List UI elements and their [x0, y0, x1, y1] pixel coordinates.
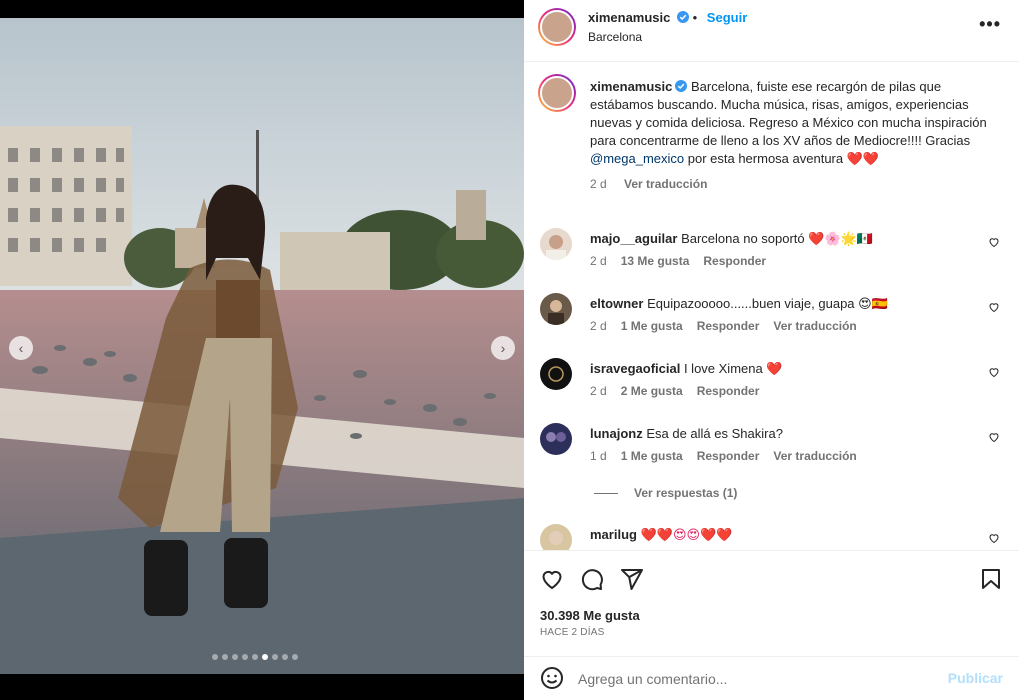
comment-likes[interactable]: 2 Me gusta [621, 384, 683, 398]
carousel-dot [262, 654, 268, 660]
comment-time[interactable]: 1 d [590, 449, 607, 463]
caption-translate[interactable]: Ver traducción [624, 177, 707, 191]
reply-button[interactable]: Responder [697, 384, 760, 398]
heart-icon[interactable] [988, 366, 1000, 378]
header-title-row: ximenamusic • Seguir [588, 10, 748, 25]
carousel-dot [292, 654, 298, 660]
heart-icon[interactable] [988, 431, 1000, 443]
prev-photo-button[interactable]: ‹ [9, 336, 33, 360]
post-panel: ximenamusic • Seguir Barcelona ••• ximen… [524, 0, 1019, 700]
post-photo[interactable] [0, 18, 524, 674]
comment-username[interactable]: marilug [590, 527, 637, 542]
verified-icon [675, 80, 688, 92]
caption-avatar[interactable] [538, 74, 576, 112]
comment-meta: 2 d 1 Me gusta Responder Ver traducción [590, 319, 871, 333]
carousel-dot [212, 654, 218, 660]
carousel-dot [232, 654, 238, 660]
comment-emojis: ❤️🌸🌟🇲🇽 [808, 232, 874, 247]
publish-button[interactable]: Publicar [948, 670, 1003, 686]
comment-avatar[interactable] [540, 293, 572, 325]
heart-icon[interactable] [540, 567, 564, 591]
save-icon[interactable] [979, 567, 1003, 591]
comment-username[interactable]: isravegaoficial [590, 361, 680, 376]
reply-button[interactable]: Responder [697, 319, 760, 333]
comment-time[interactable]: 2 d [590, 384, 607, 398]
comment-meta: 2 d 2 Me gusta Responder [590, 384, 773, 398]
carousel-dot [282, 654, 288, 660]
comment-username[interactable]: lunajonz [590, 426, 643, 441]
comment-emojis: 😍🇪🇸 [858, 297, 888, 312]
comment-icon[interactable] [580, 567, 604, 591]
comment-text: Esa de allá es Shakira? [646, 426, 783, 441]
comment-text: I love Ximena [683, 361, 763, 376]
likes-count[interactable]: 30.398 Me gusta [540, 608, 640, 623]
caption-emojis: ❤️❤️ [846, 152, 880, 167]
post-header: ximenamusic • Seguir Barcelona ••• [524, 0, 1019, 62]
comment-likes[interactable]: 1 Me gusta [621, 319, 683, 333]
comment-avatar[interactable] [540, 358, 572, 390]
comment-emojis: ❤️❤️😍😍❤️❤️ [640, 528, 733, 543]
comment-avatar[interactable] [540, 423, 572, 455]
comment-likes[interactable]: 1 Me gusta [621, 449, 683, 463]
comment-body: majo__aguilar Barcelona no soportó ❤️🌸🌟🇲… [590, 230, 970, 249]
more-icon[interactable]: ••• [979, 14, 1001, 35]
caption-time[interactable]: 2 d [590, 177, 607, 191]
chevron-left-icon: ‹ [18, 340, 24, 356]
view-replies-button[interactable]: Ver respuestas (1) [594, 486, 737, 500]
caption-username[interactable]: ximenamusic [590, 79, 672, 94]
next-photo-button[interactable]: › [491, 336, 515, 360]
follow-button[interactable]: Seguir [707, 10, 747, 25]
comment-emojis: ❤️ [766, 362, 783, 377]
caption-mention[interactable]: @mega_mexico [590, 151, 684, 166]
carousel-dot [272, 654, 278, 660]
carousel-dots [212, 654, 298, 660]
comment-input[interactable] [578, 669, 938, 689]
comment-username[interactable]: majo__aguilar [590, 231, 677, 246]
caption-text: ximenamusic Barcelona, fuiste ese recarg… [590, 78, 1005, 193]
heart-icon[interactable] [988, 532, 1000, 544]
comment-translate[interactable]: Ver traducción [773, 319, 856, 333]
emoji-icon[interactable] [540, 666, 564, 690]
chevron-right-icon: › [500, 340, 506, 356]
carousel-dot [252, 654, 258, 660]
comment-body: isravegaoficial I love Ximena ❤️ [590, 360, 970, 379]
carousel-dot [222, 654, 228, 660]
comment-body: eltowner Equipazooooo......buen viaje, g… [590, 295, 970, 314]
heart-icon[interactable] [988, 301, 1000, 313]
comment-body: lunajonz Esa de allá es Shakira? [590, 425, 970, 443]
reply-button[interactable]: Responder [697, 449, 760, 463]
verified-icon [677, 11, 689, 23]
post-location[interactable]: Barcelona [588, 30, 642, 44]
comment-meta: 2 d 13 Me gusta Responder [590, 254, 780, 268]
post-media: ‹ › [0, 0, 524, 700]
share-icon[interactable] [620, 567, 644, 591]
reply-button[interactable]: Responder [703, 254, 766, 268]
comment-translate[interactable]: Ver traducción [773, 449, 856, 463]
caption-meta: 2 d Ver traducción [590, 175, 1005, 193]
add-comment-bar: Publicar [524, 656, 1019, 700]
comment-time[interactable]: 2 d [590, 319, 607, 333]
comments-section: ximenamusic Barcelona, fuiste ese recarg… [524, 62, 1019, 550]
photo-illustration [0, 18, 524, 674]
comment-text: Barcelona no soportó [681, 231, 805, 246]
replies-divider [594, 493, 618, 495]
post-actions: 30.398 Me gusta HACE 2 DÍAS [524, 550, 1019, 660]
comment-avatar[interactable] [540, 524, 572, 550]
comment-meta: 1 d 1 Me gusta Responder Ver traducción [590, 449, 871, 463]
comment-username[interactable]: eltowner [590, 296, 643, 311]
author-username[interactable]: ximenamusic [588, 10, 670, 25]
carousel-dot [242, 654, 248, 660]
heart-icon[interactable] [988, 236, 1000, 248]
comment-time[interactable]: 2 d [590, 254, 607, 268]
author-avatar[interactable] [538, 8, 576, 46]
comment-likes[interactable]: 13 Me gusta [621, 254, 690, 268]
view-replies-label: Ver respuestas (1) [634, 486, 738, 500]
posted-ago[interactable]: HACE 2 DÍAS [540, 627, 604, 638]
comment-text: Equipazooooo......buen viaje, guapa [647, 296, 855, 311]
caption-body-end: por esta hermosa aventura [684, 151, 844, 166]
comment-avatar[interactable] [540, 228, 572, 260]
comment-body: marilug ❤️❤️😍😍❤️❤️ [590, 526, 970, 545]
